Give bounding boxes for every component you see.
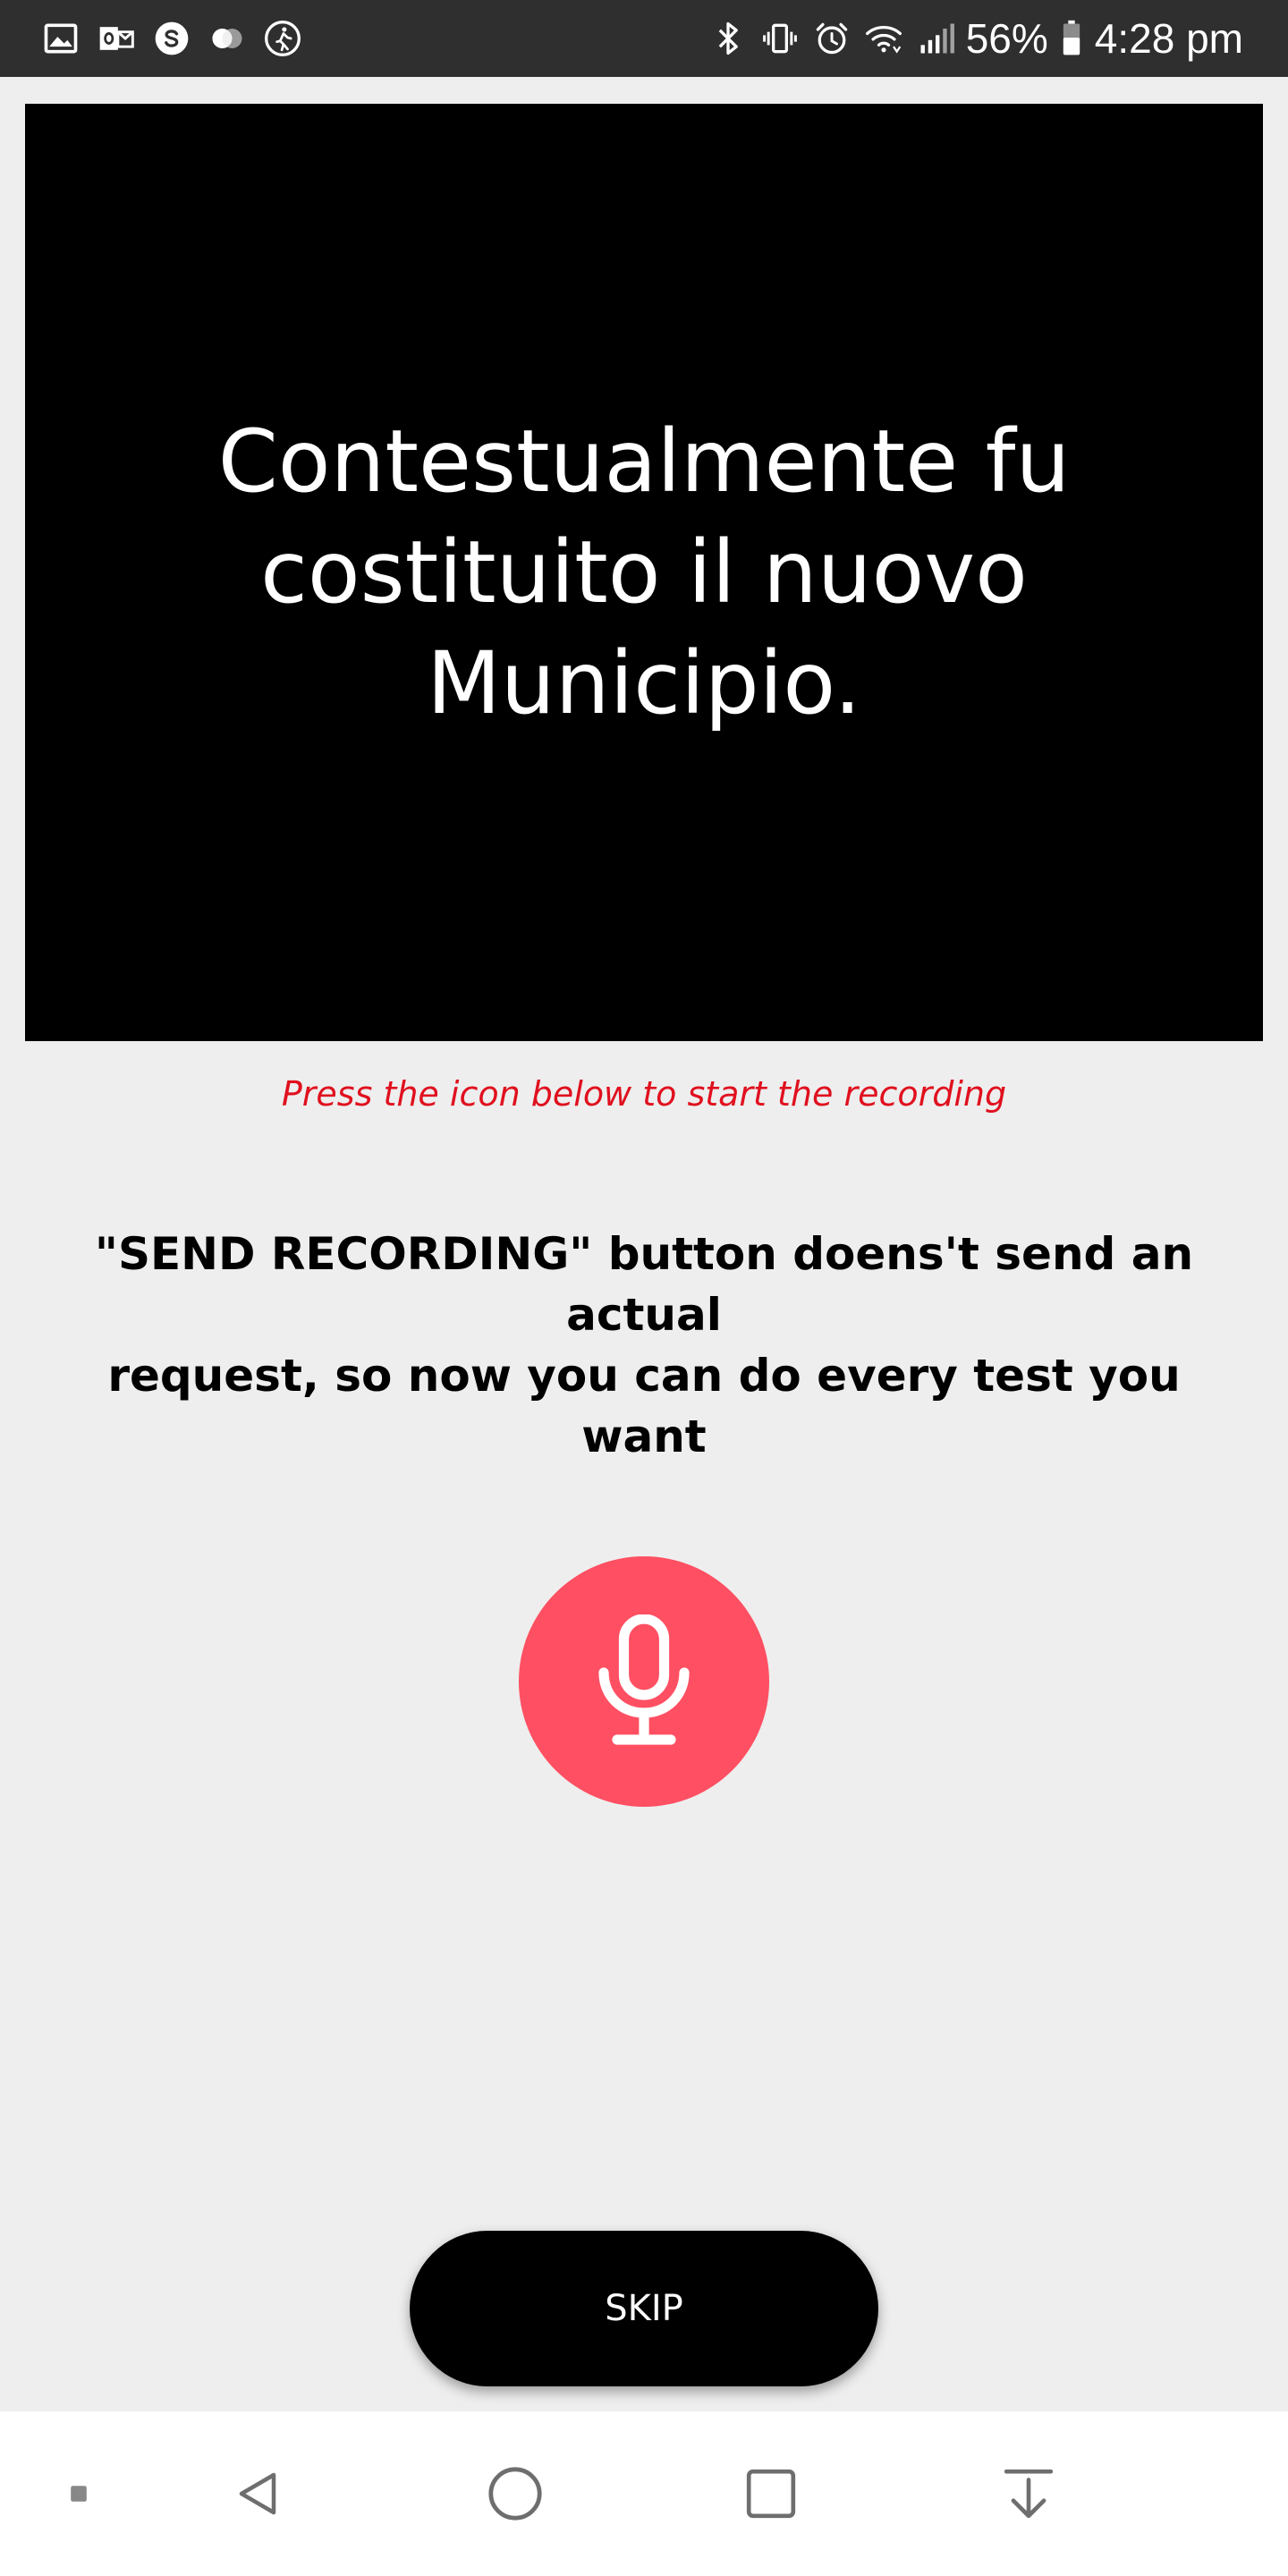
prompt-card: Contestualmente fu costituito il nuovo M… xyxy=(25,104,1263,1041)
info-line-1: "SEND RECORDING" button doens't send an … xyxy=(94,1228,1194,1341)
back-icon xyxy=(239,2472,276,2515)
prompt-line-1: Contestualmente fu xyxy=(217,411,1071,512)
notification-pull-icon xyxy=(1004,2469,1054,2519)
recording-hint: Press the icon below to start the record… xyxy=(281,1074,1007,1114)
vibrate-icon xyxy=(758,17,801,60)
prompt-text: Contestualmente fu costituito il nuovo M… xyxy=(52,406,1236,739)
recording-screen: 56% 4:28 pm Contestualmente fu costituit… xyxy=(0,0,1288,2576)
gallery-icon xyxy=(39,17,82,60)
walking-icon xyxy=(261,17,304,60)
bluetooth-icon xyxy=(707,17,750,60)
nav-home[interactable] xyxy=(470,2411,560,2576)
wifi-icon xyxy=(862,17,905,60)
nav-back[interactable] xyxy=(213,2411,302,2576)
record-button[interactable] xyxy=(519,1556,769,1807)
skip-button[interactable]: SKIP xyxy=(410,2231,878,2386)
status-bar: 56% 4:28 pm xyxy=(0,0,1288,77)
battery-icon xyxy=(1059,17,1084,60)
nav-recents[interactable] xyxy=(726,2411,816,2576)
recents-icon xyxy=(746,2469,796,2519)
status-bar-left xyxy=(39,0,317,77)
skype-icon xyxy=(150,17,193,60)
status-bar-right: 56% 4:28 pm xyxy=(707,0,1243,77)
nav-notification-pull[interactable] xyxy=(984,2411,1073,2576)
prompt-line-2: costituito il nuovo Municipio. xyxy=(260,522,1028,733)
signal-icon xyxy=(914,17,957,60)
alarm-icon xyxy=(810,17,853,60)
home-icon xyxy=(488,2467,542,2521)
navigation-bar xyxy=(0,2411,1288,2576)
info-line-2: request, so now you can do every test yo… xyxy=(107,1350,1181,1462)
battery-percent: 56% xyxy=(965,15,1048,62)
nav-dot[interactable] xyxy=(50,2411,107,2576)
info-text: "SEND RECORDING" button doens't send an … xyxy=(54,1224,1234,1467)
clock: 4:28 pm xyxy=(1094,15,1243,62)
outlook-icon xyxy=(95,17,138,60)
dot-icon xyxy=(71,2486,87,2502)
microphone-icon xyxy=(598,1614,690,1745)
toggle-icon xyxy=(206,17,249,60)
